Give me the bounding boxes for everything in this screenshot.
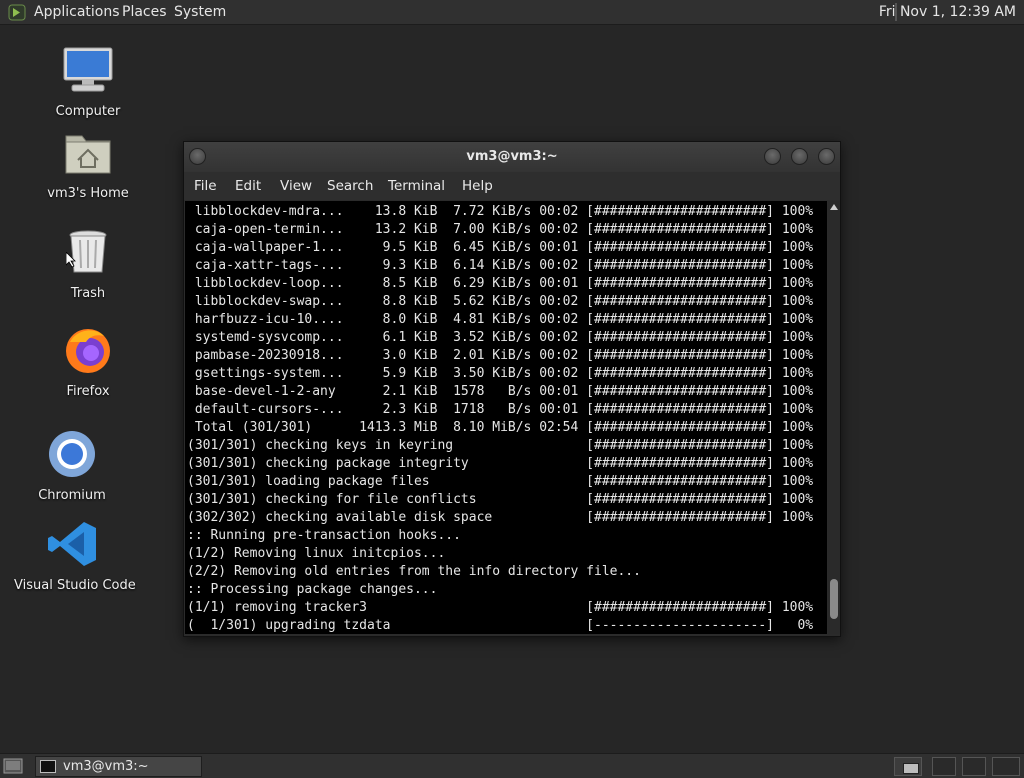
- desktop-icon-firefox[interactable]: Firefox: [28, 326, 148, 399]
- terminal-line: caja-wallpaper-1... 9.5 KiB 6.45 KiB/s 0…: [187, 240, 814, 255]
- menu-help[interactable]: Help: [462, 178, 493, 194]
- desktop-icon-computer[interactable]: Computer: [28, 46, 148, 119]
- title-bar[interactable]: vm3@vm3:~: [184, 142, 840, 172]
- desktop-icon-home[interactable]: vm3's Home: [28, 128, 148, 201]
- terminal-line: caja-open-termin... 13.2 KiB 7.00 KiB/s …: [187, 222, 814, 237]
- terminal-line: (1/2) Removing linux initcpios...: [187, 546, 446, 561]
- menu-search[interactable]: Search: [327, 178, 373, 194]
- home-folder-icon: [65, 135, 111, 174]
- desktop-icon-label: Visual Studio Code: [14, 578, 136, 593]
- taskbar-terminal-button[interactable]: vm3@vm3:~: [35, 756, 202, 777]
- terminal-line: libblockdev-swap... 8.8 KiB 5.62 KiB/s 0…: [187, 294, 814, 309]
- chromium-icon: [49, 431, 95, 477]
- terminal-line: (2/2) Removing old entries from the info…: [187, 564, 641, 579]
- menu-edit[interactable]: Edit: [235, 178, 261, 194]
- terminal-line: gsettings-system... 5.9 KiB 3.50 KiB/s 0…: [187, 366, 814, 381]
- terminal-line: harfbuzz-icu-10.... 8.0 KiB 4.81 KiB/s 0…: [187, 312, 814, 327]
- menu-view[interactable]: View: [280, 178, 312, 194]
- system-menu[interactable]: System: [174, 4, 226, 20]
- workspace-window-thumb: [903, 763, 919, 774]
- vscode-icon: [48, 522, 96, 566]
- terminal-line: ( 1/301) upgrading tzdata [-------------…: [187, 618, 814, 633]
- scrollbar[interactable]: [828, 201, 840, 634]
- clock[interactable]: Fri Nov 1, 12:39 AM: [879, 4, 1016, 20]
- workspace-4[interactable]: [992, 757, 1020, 776]
- minimize-button[interactable]: [764, 148, 781, 165]
- top-panel: Applications Places System Fri Nov 1, 12…: [0, 0, 1024, 25]
- menu-file[interactable]: File: [194, 178, 217, 194]
- menu-logo-icon[interactable]: [8, 4, 26, 21]
- places-menu[interactable]: Places: [122, 4, 167, 20]
- terminal-line: libblockdev-loop... 8.5 KiB 6.29 KiB/s 0…: [187, 276, 814, 291]
- terminal-line: :: Processing package changes...: [187, 582, 438, 597]
- terminal-line: (302/302) checking available disk space …: [187, 510, 814, 525]
- desktop-icon-label: vm3's Home: [47, 186, 129, 201]
- show-desktop-icon[interactable]: [3, 758, 23, 774]
- terminal-line: default-cursors-... 2.3 KiB 1718 B/s 00:…: [187, 402, 814, 417]
- terminal-line: (1/1) removing tracker3 [###############…: [187, 600, 814, 615]
- terminal-line: base-devel-1-2-any 2.1 KiB 1578 B/s 00:0…: [187, 384, 814, 399]
- terminal-line: Total (301/301) 1413.3 MiB 8.10 MiB/s 02…: [187, 420, 814, 435]
- firefox-icon: [66, 329, 110, 373]
- scrollbar-thumb[interactable]: [830, 579, 838, 619]
- terminal-line: pambase-20230918... 3.0 KiB 2.01 KiB/s 0…: [187, 348, 814, 363]
- desktop-icon-label: Trash: [70, 286, 106, 301]
- workspace-2[interactable]: [932, 757, 956, 776]
- mouse-pointer-icon: [66, 252, 76, 268]
- scroll-up-arrow-icon[interactable]: [830, 204, 838, 210]
- window-title: vm3@vm3:~: [466, 149, 558, 164]
- terminal-line: :: Running pre-transaction hooks...: [187, 528, 461, 543]
- desktop-icon-label: Firefox: [66, 384, 110, 399]
- workspace-1[interactable]: [894, 757, 922, 776]
- menu-terminal[interactable]: Terminal: [388, 178, 445, 194]
- terminal-line: (301/301) checking for file conflicts [#…: [187, 492, 814, 507]
- terminal-line: (301/301) checking keys in keyring [####…: [187, 438, 814, 453]
- terminal-line: libblockdev-mdra... 13.8 KiB 7.72 KiB/s …: [187, 204, 814, 219]
- desktop-icon-label: Chromium: [38, 488, 106, 503]
- maximize-button[interactable]: [791, 148, 808, 165]
- desktop-icon-trash[interactable]: Trash: [28, 228, 148, 301]
- applications-menu[interactable]: Applications: [34, 4, 120, 20]
- terminal-line: systemd-sysvcomp... 6.1 KiB 3.52 KiB/s 0…: [187, 330, 814, 345]
- desktop-icon-chromium[interactable]: Chromium: [12, 430, 132, 503]
- close-button[interactable]: [818, 148, 835, 165]
- terminal-menubar: File Edit View Search Terminal Help: [184, 172, 840, 200]
- terminal-icon: [40, 760, 56, 773]
- desktop-icon-vscode[interactable]: Visual Studio Code: [14, 520, 136, 593]
- terminal-window[interactable]: vm3@vm3:~ File Edit View Search Terminal…: [183, 141, 841, 637]
- terminal-line: caja-xattr-tags-... 9.3 KiB 6.14 KiB/s 0…: [187, 258, 814, 273]
- computer-icon: [63, 47, 113, 92]
- desktop-icon-label: Computer: [55, 104, 121, 119]
- bottom-panel: vm3@vm3:~: [0, 753, 1024, 778]
- workspace-3[interactable]: [962, 757, 986, 776]
- terminal-line: (301/301) checking package integrity [##…: [187, 456, 814, 471]
- terminal-line: (301/301) loading package files [#######…: [187, 474, 814, 489]
- taskbar-label: vm3@vm3:~: [63, 759, 149, 774]
- terminal-output[interactable]: libblockdev-mdra... 13.8 KiB 7.72 KiB/s …: [185, 201, 827, 634]
